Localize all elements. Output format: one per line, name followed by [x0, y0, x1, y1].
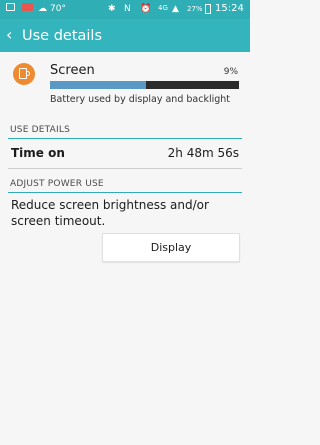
app-bar: ‹ Use details: [0, 19, 250, 52]
bluetooth-icon: ✱: [108, 4, 116, 14]
screen-app-icon: [13, 63, 35, 85]
nfc-icon: N: [124, 4, 131, 14]
network-type-text: 4G: [158, 4, 168, 12]
signal-icon: ▲: [172, 4, 179, 14]
status-bar: ☁ 70° ✱ N ⏰ 4G ▲ 27% 15:24: [0, 0, 250, 19]
time-on-value: 2h 48m 56s: [167, 146, 239, 160]
adjust-power-text: Reduce screen brightness and/or screen t…: [11, 198, 209, 228]
adjust-power-header: ADJUST POWER USE: [10, 179, 104, 189]
temperature-text: 70°: [50, 4, 66, 14]
display-settings-button[interactable]: Display: [102, 233, 240, 262]
alarm-icon: ⏰: [140, 4, 152, 14]
use-details-header: USE DETAILS: [10, 125, 71, 135]
gallery-notification-icon: [6, 3, 15, 15]
usage-bar: [50, 81, 239, 89]
page-title: Use details: [22, 28, 103, 44]
clock-text: 15:24: [215, 3, 244, 14]
row-divider: [8, 168, 242, 169]
mail-notification-icon: [22, 3, 33, 15]
battery-percent-text: 27%: [187, 5, 203, 13]
battery-icon: [205, 3, 211, 15]
section-divider: [8, 138, 242, 139]
usage-item-name: Screen: [50, 63, 95, 78]
section-divider: [8, 192, 242, 193]
usage-bar-fill: [50, 81, 147, 89]
usage-percent: 9%: [223, 67, 238, 77]
time-on-label: Time on: [11, 146, 65, 160]
usage-description: Battery used by display and backlight: [50, 94, 230, 105]
back-arrow-icon[interactable]: ‹: [6, 26, 18, 44]
weather-icon: ☁: [38, 4, 47, 14]
